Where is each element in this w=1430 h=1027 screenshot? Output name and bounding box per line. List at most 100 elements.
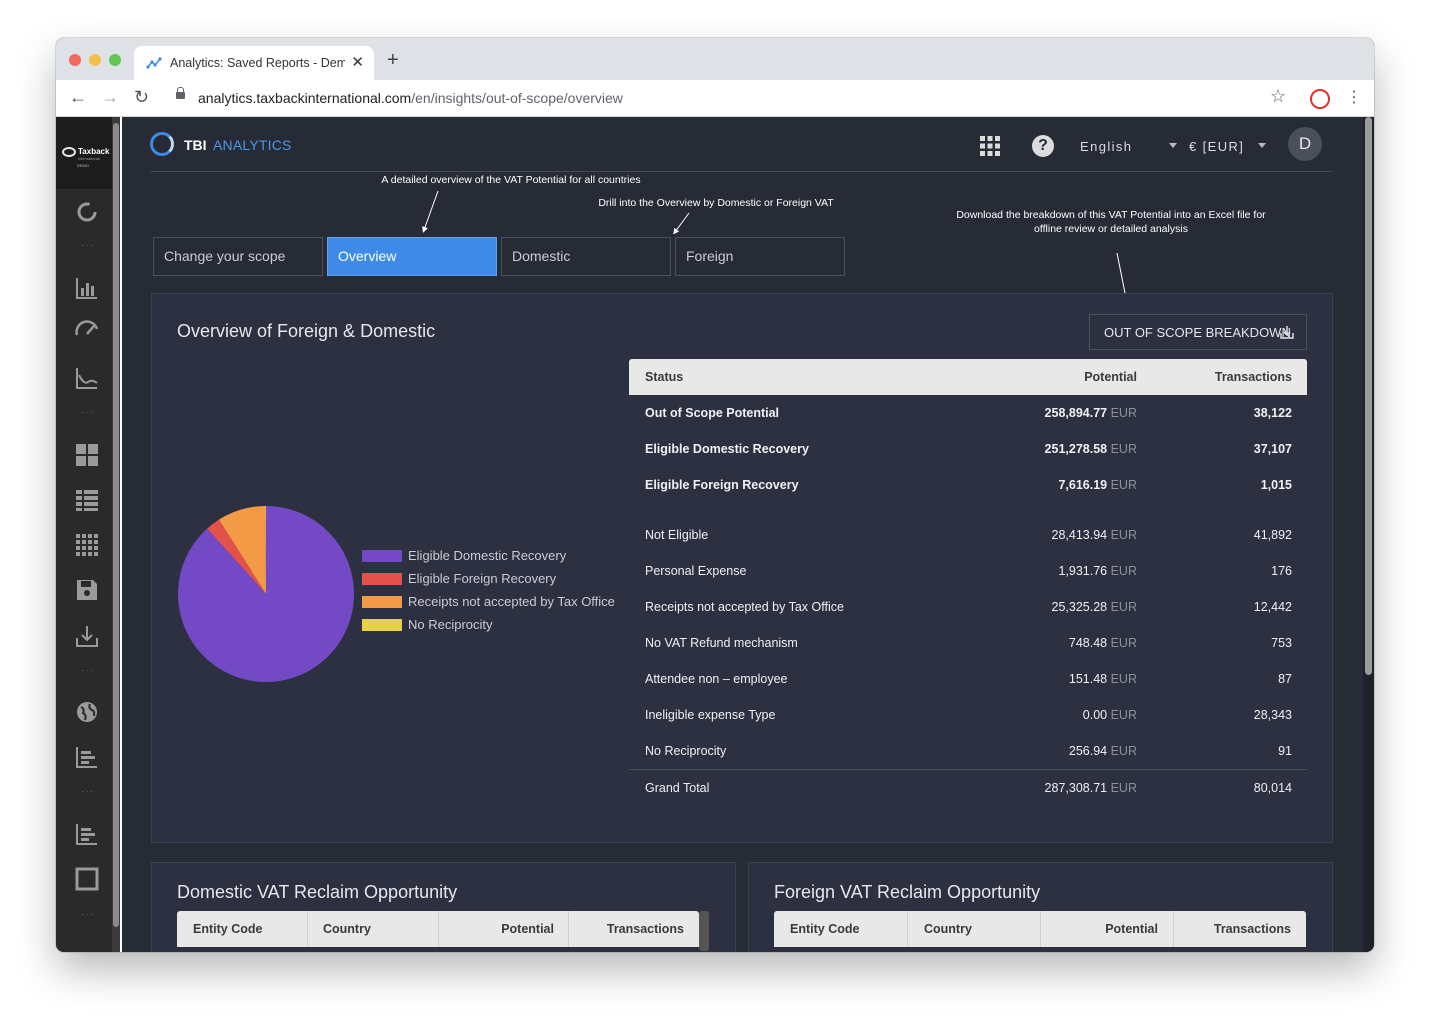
sort-chart-icon[interactable] [74,744,100,770]
status-cell: Personal Expense [645,564,747,578]
user-avatar[interactable]: D [1288,127,1322,161]
pie-slice-eligible-domestic-recovery[interactable] [178,506,354,682]
dashboard-icon[interactable] [74,442,100,468]
close-tab-icon[interactable]: ✕ [351,53,364,71]
currency-suffix: EUR [1110,442,1137,456]
page-scrollbar-thumb[interactable] [1365,117,1372,675]
pie-legend: Eligible Domestic Recovery Eligible Fore… [362,549,615,641]
tab-overview[interactable]: Overview [327,237,497,276]
sidebar-separator: ··· [81,665,94,676]
transactions-cell: 1,015 [1260,478,1292,492]
currency-suffix: EUR [1110,781,1137,795]
transactions-cell: 753 [1271,636,1292,650]
new-tab-button[interactable]: + [387,49,399,72]
square-icon[interactable] [74,866,100,892]
bookmark-star-icon[interactable]: ☆ [1270,86,1286,107]
back-button[interactable]: ← [69,87,87,108]
annotation-drill: Drill into the Overview by Domestic or F… [598,197,834,209]
divider [120,117,122,952]
domestic-card-title: Domestic VAT Reclaim Opportunity [177,882,458,902]
help-icon[interactable]: ? [1032,135,1054,157]
logo-text: Taxback [78,147,110,156]
save-icon[interactable] [74,577,100,603]
browser-tabstrip: Analytics: Saved Reports - Demo ✕ + [56,38,1374,80]
minimize-window-button[interactable] [89,54,101,66]
tab-change-scope[interactable]: Change your scope [153,237,323,276]
apps-grid-icon[interactable] [979,135,1001,157]
column-separator [1173,911,1174,947]
brand-analytics: ANALYTICS [213,137,292,153]
download-icon[interactable] [74,623,100,649]
table-gap [629,503,1307,517]
table-row: Receipts not accepted by Tax Office 25,32… [629,589,1307,625]
legend-swatch [362,596,402,608]
column-header-entity-code[interactable]: Entity Code [193,922,262,936]
foreign-card-title: Foreign VAT Reclaim Opportunity [774,882,1041,902]
refresh-icon[interactable] [74,199,100,225]
sort-chart-icon[interactable] [74,821,100,847]
transactions-cell: 87 [1278,672,1292,686]
download-icon [1280,326,1294,339]
overview-card: Overview of Foreign & Domestic OUT OF SC… [151,293,1333,843]
potential-cell: 0.00 EUR [1083,708,1137,722]
column-header-country[interactable]: Country [323,922,371,936]
language-chevron-down-icon[interactable] [1169,143,1177,148]
taxback-logo[interactable]: Taxback international DEMO [56,117,112,189]
column-separator [907,911,908,947]
globe-icon[interactable] [74,699,100,725]
column-separator [438,911,439,947]
forward-button[interactable]: → [101,87,119,108]
grid-icon[interactable] [74,532,100,558]
browser-tab[interactable]: Analytics: Saved Reports - Demo ✕ [134,46,374,80]
status-cell: Receipts not accepted by Tax Office [645,600,844,614]
lock-icon [176,87,185,99]
sidebar-scrollbar[interactable] [112,117,120,952]
app-root: Taxback international DEMO ··· ··· ··· ·… [56,117,1374,952]
pie-chart [178,506,354,682]
legend-swatch [362,619,402,631]
column-header-potential[interactable]: Potential [1105,922,1158,936]
sidebar-scrollbar-thumb[interactable] [113,123,119,927]
currency-select[interactable]: € [EUR] [1189,139,1244,154]
column-header-potential[interactable]: Potential [501,922,554,936]
potential-cell: 151.48 EUR [1069,672,1137,686]
grand-total-row: Grand Total 287,308.71 EUR 80,014 [629,769,1307,806]
column-header-transactions[interactable]: Transactions [1215,370,1292,384]
annotation-overview: A detailed overview of the VAT Potential… [381,174,641,186]
column-header-entity-code[interactable]: Entity Code [790,922,859,936]
status-table: Status Potential Transactions Out of Sco… [629,359,1307,806]
potential-cell: 256.94 EUR [1069,744,1137,758]
page-scrollbar[interactable] [1363,117,1374,952]
column-header-transactions[interactable]: Transactions [1214,922,1291,936]
analytics-favicon-icon [146,57,162,69]
address-bar[interactable]: analytics.taxbackinternational.com/en/in… [163,84,1293,113]
language-select[interactable]: English [1080,139,1132,154]
column-header-potential[interactable]: Potential [1084,370,1137,384]
legend-swatch [362,573,402,585]
legend-item: No Reciprocity [362,618,615,641]
opera-extension-icon[interactable] [1310,89,1330,109]
tab-domestic[interactable]: Domestic [501,237,671,276]
legend-label: No Reciprocity [408,617,493,632]
line-chart-icon[interactable] [74,365,100,391]
bar-chart-icon[interactable] [74,275,100,301]
gauge-icon[interactable] [74,317,100,343]
status-cell: Out of Scope Potential [645,406,780,420]
browser-menu-icon[interactable]: ⋮ [1346,87,1362,107]
maximize-window-button[interactable] [109,54,121,66]
close-window-button[interactable] [69,54,81,66]
tab-foreign[interactable]: Foreign [675,237,845,276]
reload-button[interactable]: ↻ [134,87,149,108]
list-icon[interactable] [74,487,100,513]
currency-suffix: EUR [1110,564,1137,578]
legend-item: Eligible Domestic Recovery [362,549,615,572]
column-header-country[interactable]: Country [924,922,972,936]
domestic-table-scrollbar[interactable] [699,911,709,951]
legend-swatch [362,550,402,562]
column-header-status[interactable]: Status [645,370,683,384]
column-header-transactions[interactable]: Transactions [607,922,684,936]
currency-chevron-down-icon[interactable] [1258,143,1266,148]
grand-total-potential: 287,308.71 EUR [1045,781,1137,795]
out-of-scope-breakdown-button[interactable]: OUT OF SCOPE BREAKDOWN [1089,314,1307,350]
potential-value: 748.48 [1068,636,1108,650]
